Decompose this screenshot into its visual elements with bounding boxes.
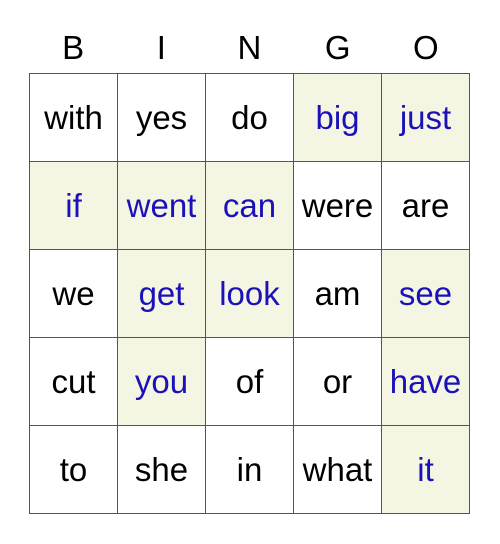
bingo-cell[interactable]: were bbox=[294, 162, 382, 250]
bingo-cell[interactable]: am bbox=[294, 250, 382, 338]
bingo-cell[interactable]: she bbox=[118, 426, 206, 514]
bingo-cell[interactable]: or bbox=[294, 338, 382, 426]
header-letter-i: I bbox=[156, 29, 166, 66]
bingo-cell[interactable]: look bbox=[206, 250, 294, 338]
bingo-cell[interactable]: if bbox=[30, 162, 118, 250]
bingo-cell[interactable]: cut bbox=[30, 338, 118, 426]
bingo-cell[interactable]: see bbox=[382, 250, 470, 338]
bingo-cell[interactable]: we bbox=[30, 250, 118, 338]
bingo-cell[interactable]: yes bbox=[118, 74, 206, 162]
bingo-cell[interactable]: you bbox=[118, 338, 206, 426]
bingo-cell[interactable]: do bbox=[206, 74, 294, 162]
bingo-cell[interactable]: just bbox=[382, 74, 470, 162]
header-letter-b: B bbox=[62, 29, 85, 66]
bingo-cell[interactable]: what bbox=[294, 426, 382, 514]
bingo-cell[interactable]: went bbox=[118, 162, 206, 250]
bingo-cell[interactable]: get bbox=[118, 250, 206, 338]
bingo-cell[interactable]: it bbox=[382, 426, 470, 514]
header-letter-o: O bbox=[413, 29, 439, 66]
bingo-header: B I N G O bbox=[29, 26, 471, 70]
bingo-cell[interactable]: are bbox=[382, 162, 470, 250]
bingo-cell[interactable]: with bbox=[30, 74, 118, 162]
bingo-cell[interactable]: of bbox=[206, 338, 294, 426]
bingo-cell[interactable]: can bbox=[206, 162, 294, 250]
bingo-cell[interactable]: have bbox=[382, 338, 470, 426]
header-letter-g: G bbox=[324, 29, 351, 66]
bingo-card: with yes do big just if went can were are we get loo… bbox=[29, 73, 470, 514]
header-letter-n: N bbox=[237, 29, 262, 66]
bingo-cell[interactable]: to bbox=[30, 426, 118, 514]
bingo-cell[interactable]: in bbox=[206, 426, 294, 514]
bingo-cell[interactable]: big bbox=[294, 74, 382, 162]
